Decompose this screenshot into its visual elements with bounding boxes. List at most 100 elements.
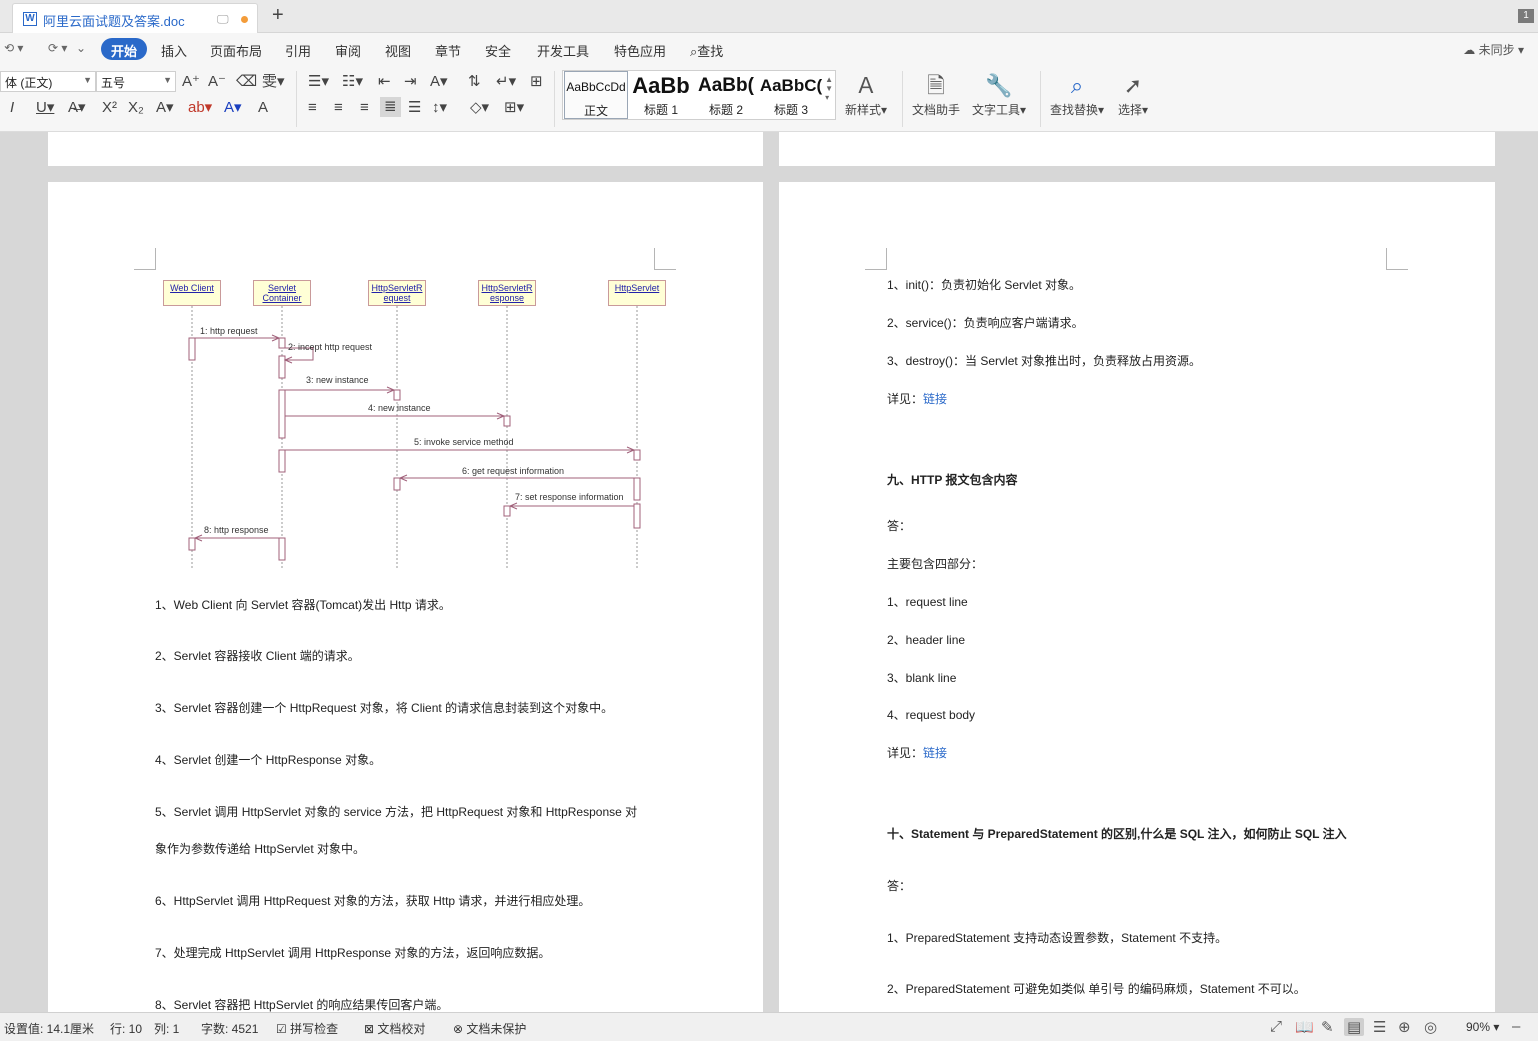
intro-line[interactable]: 主要包含四部分： — [887, 555, 983, 572]
redo-icon[interactable]: ⟳ ▾ — [48, 41, 67, 55]
underline-icon[interactable]: U▾ — [36, 99, 54, 117]
menu-search[interactable]: ⌕查找 — [690, 41, 723, 60]
undo-icon[interactable]: ⟲ ▾ — [4, 41, 23, 55]
zoom-level[interactable]: 90% ▾ — [1466, 1020, 1499, 1034]
web-view-icon[interactable]: ⊕ — [1398, 1018, 1411, 1036]
step-paragraph[interactable]: 7、处理完成 HttpServlet 调用 HttpResponse 对象的方法… — [155, 944, 550, 961]
font-size-select[interactable]: 五号 ▼ — [96, 71, 176, 92]
step-paragraph[interactable]: 3、Servlet 容器创建一个 HttpRequest 对象，将 Client… — [155, 699, 613, 716]
http-part-item[interactable]: 4、request body — [887, 706, 975, 723]
answer-label[interactable]: 答： — [887, 877, 911, 894]
char-shading-icon[interactable]: A — [258, 99, 268, 117]
highlight-icon[interactable]: ab▾ — [188, 99, 212, 117]
page-right[interactable]: 1、init()：负责初始化 Servlet 对象。 2、service()：负… — [779, 182, 1495, 1012]
tab-page-layout[interactable]: 页面布局 — [210, 41, 262, 60]
page-left[interactable]: Web Client Servlet Container HttpServlet… — [48, 182, 763, 1012]
answer-label[interactable]: 答： — [887, 517, 911, 534]
decrease-indent-icon[interactable]: ⇤ — [378, 73, 391, 91]
strikethrough-icon[interactable]: A̶▾ — [68, 99, 86, 117]
sync-status[interactable]: ☁ 未同步 ▾ — [1463, 41, 1524, 58]
document-canvas[interactable]: Web Client Servlet Container HttpServlet… — [0, 132, 1538, 1012]
text-direction-icon[interactable]: A▾ — [430, 73, 448, 91]
align-left-icon[interactable]: ≡ — [308, 99, 317, 117]
step-paragraph-continued[interactable]: 象作为参数传递给 HttpServlet 对象中。 — [155, 840, 365, 857]
tab-references[interactable]: 引用 — [285, 41, 311, 60]
tab-chapter[interactable]: 章节 — [435, 41, 461, 60]
sort-icon[interactable]: ⇅ — [468, 73, 481, 91]
proofread-button[interactable]: ⊠ 文档校对 — [364, 1020, 425, 1037]
shading-icon[interactable]: ◇▾ — [470, 99, 489, 117]
doc-assistant-button[interactable]: 🗎 文档助手 — [912, 71, 960, 118]
outline-view-icon[interactable]: ☰ — [1373, 1018, 1386, 1036]
detail-link[interactable]: 链接 — [923, 746, 947, 760]
increase-indent-icon[interactable]: ⇥ — [404, 73, 417, 91]
http-part-item[interactable]: 2、header line — [887, 631, 965, 648]
detail-link[interactable]: 链接 — [923, 392, 947, 406]
text-tools-button[interactable]: 🔧 文字工具▾ — [972, 71, 1026, 118]
tab-security[interactable]: 安全 — [485, 41, 511, 60]
shrink-font-icon[interactable]: A⁻ — [208, 73, 226, 91]
font-name-select[interactable]: 体 (正文) ▼ — [0, 71, 96, 92]
step-paragraph[interactable]: 6、HttpServlet 调用 HttpRequest 对象的方法，获取 Ht… — [155, 892, 590, 909]
step-paragraph[interactable]: 1、Web Client 向 Servlet 容器(Tomcat)发出 Http… — [155, 596, 451, 613]
status-setting-value[interactable]: 设置值: 14.1厘米 — [4, 1020, 94, 1037]
find-replace-button[interactable]: ⌕ 查找替换▾ — [1050, 71, 1104, 118]
section-heading-10[interactable]: 十、Statement 与 PreparedStatement 的区别,什么是 … — [887, 825, 1347, 842]
section-heading-9[interactable]: 九、HTTP 报文包含内容 — [887, 471, 1017, 488]
step-paragraph[interactable]: 8、Servlet 容器把 HttpServlet 的响应结果传回客户端。 — [155, 996, 448, 1012]
method-line[interactable]: 2、service()：负责响应客户端请求。 — [887, 314, 1084, 331]
grow-font-icon[interactable]: A⁺ — [182, 73, 200, 91]
style-heading-3[interactable]: AaBbC( 标题 3 — [759, 71, 823, 119]
tab-start[interactable]: 开始 — [101, 38, 148, 60]
justify-icon[interactable]: ≣ — [380, 97, 401, 117]
text-effect-icon[interactable]: A▾ — [156, 99, 174, 117]
gallery-scroll-icon[interactable]: ▲ ▼ ▾ — [825, 75, 833, 102]
tab-view[interactable]: 视图 — [385, 41, 411, 60]
method-line[interactable]: 1、init()：负责初始化 Servlet 对象。 — [887, 276, 1081, 293]
superscript-icon[interactable]: X² — [102, 99, 117, 117]
tab-developer-tools[interactable]: 开发工具 — [537, 41, 589, 60]
answer-item[interactable]: 2、PreparedStatement 可避免如类似 单引号 的编码麻烦，Sta… — [887, 980, 1306, 997]
method-line[interactable]: 3、destroy()：当 Servlet 对象推出时，负责释放占用资源。 — [887, 352, 1201, 369]
spell-check-button[interactable]: ☑ 拼写检查 — [276, 1020, 338, 1037]
table-layout-icon[interactable]: ⊞ — [530, 73, 543, 91]
step-paragraph[interactable]: 2、Servlet 容器接收 Client 端的请求。 — [155, 647, 360, 664]
bullet-list-icon[interactable]: ☰▾ — [308, 73, 329, 91]
step-paragraph[interactable]: 4、Servlet 创建一个 HttpResponse 对象。 — [155, 751, 381, 768]
style-heading-2[interactable]: AaBb( 标题 2 — [694, 71, 758, 119]
align-center-icon[interactable]: ≡ — [334, 99, 343, 117]
subscript-icon[interactable]: X₂ — [128, 99, 144, 117]
zoom-out-icon[interactable]: – — [1512, 1018, 1520, 1035]
select-button[interactable]: ➚ 选择▾ — [1118, 71, 1148, 118]
tab-review[interactable]: 审阅 — [335, 41, 361, 60]
border-icon[interactable]: ⊞▾ — [504, 99, 524, 117]
numbered-list-icon[interactable]: ☷▾ — [342, 73, 363, 91]
http-part-item[interactable]: 1、request line — [887, 593, 968, 610]
align-right-icon[interactable]: ≡ — [360, 99, 369, 117]
style-heading-1[interactable]: AaBb 标题 1 — [629, 71, 693, 119]
document-tab[interactable]: W 阿里云面试题及答案.doc 🖵 — [12, 3, 258, 33]
tab-special-apps[interactable]: 特色应用 — [614, 41, 666, 60]
style-normal[interactable]: AaBbCcDd 正文 — [564, 71, 628, 119]
new-style-button[interactable]: Ａ 新样式▾ — [845, 71, 887, 118]
phonetic-guide-icon[interactable]: 雯▾ — [262, 73, 285, 91]
read-mode-icon[interactable]: 📖 — [1295, 1018, 1314, 1036]
answer-item[interactable]: 1、PreparedStatement 支持动态设置参数，Statement 不… — [887, 929, 1227, 946]
protection-status[interactable]: ⊗ 文档未保护 — [453, 1020, 526, 1037]
page-view-icon[interactable]: ▤ — [1344, 1018, 1365, 1036]
distribute-icon[interactable]: ☰ — [408, 99, 421, 117]
show-marks-icon[interactable]: ↵▾ — [496, 73, 516, 91]
line-spacing-icon[interactable]: ↕▾ — [432, 99, 447, 117]
new-tab-plus-icon[interactable]: + — [272, 4, 284, 27]
fullscreen-icon[interactable]: ⤢ — [1270, 1018, 1282, 1035]
italic-icon[interactable]: I — [10, 99, 14, 117]
eye-protection-icon[interactable]: ◎ — [1424, 1018, 1437, 1036]
quick-access-dropdown-icon[interactable]: ⌄ — [76, 41, 86, 55]
monitor-icon[interactable]: 🖵 — [217, 12, 229, 27]
step-paragraph[interactable]: 5、Servlet 调用 HttpServlet 对象的 service 方法，… — [155, 803, 637, 820]
http-part-item[interactable]: 3、blank line — [887, 669, 956, 686]
tab-insert[interactable]: 插入 — [161, 41, 187, 60]
clear-format-icon[interactable]: ⌫ — [236, 73, 257, 91]
status-word-count[interactable]: 字数: 4521 — [201, 1020, 258, 1037]
font-color-icon[interactable]: A▾ — [224, 99, 242, 117]
